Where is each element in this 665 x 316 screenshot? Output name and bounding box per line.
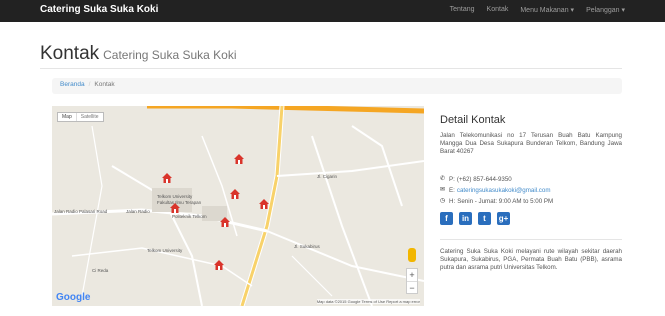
map-roads xyxy=(52,106,424,306)
map-marker-icon[interactable] xyxy=(220,217,230,227)
zoom-control: + − xyxy=(406,268,418,294)
map-marker-icon[interactable] xyxy=(259,199,269,209)
clock-icon: ◷ xyxy=(440,198,446,204)
map-label: Jalan Radio Palasari Road xyxy=(54,209,108,214)
page-title: Kontak Catering Suka Suka Koki xyxy=(40,43,237,65)
map-marker-icon[interactable] xyxy=(234,154,244,164)
navbar: Catering Suka Suka Koki Tentang Kontak M… xyxy=(0,0,665,22)
map-type-map[interactable]: Map xyxy=(58,113,76,121)
email-link[interactable]: cateringsukasukakoki@gmail.com xyxy=(457,185,551,196)
page-title-main: Kontak xyxy=(40,43,100,64)
nav-item-pelanggan[interactable]: Pelanggan ▾ xyxy=(586,6,625,14)
map-attribution[interactable]: Map data ©2015 Google Terms of Use Repor… xyxy=(316,299,420,304)
phone-value: (+62) 857-644-9350 xyxy=(456,176,512,183)
map-label: Ci Reda xyxy=(92,268,109,273)
breadcrumb: Beranda / Kontak xyxy=(52,78,622,94)
twitter-icon[interactable]: t xyxy=(478,212,491,225)
nav-item-kontak[interactable]: Kontak xyxy=(487,6,509,14)
google-plus-icon[interactable]: g+ xyxy=(497,212,510,225)
details-title: Detail Kontak xyxy=(440,114,506,126)
address-text: Jalan Telekomunikasi no 17 Terusan Buah … xyxy=(440,132,622,155)
map-marker-icon[interactable] xyxy=(230,189,240,199)
phone-prefix: P: xyxy=(449,176,455,183)
brand-link[interactable]: Catering Suka Suka Koki xyxy=(40,4,158,15)
linkedin-icon[interactable]: in xyxy=(459,212,472,225)
facebook-icon[interactable]: f xyxy=(440,212,453,225)
map-label: Politeknik Telkom xyxy=(172,214,207,219)
contact-info: ✆ P: (+62) 857-644-9350 ✉ E: cateringsuk… xyxy=(440,174,622,207)
map-label: Jl. Cigarin xyxy=(317,174,338,179)
breadcrumb-separator: / xyxy=(88,81,91,88)
service-description: Catering Suka Suka Koki melayani rute wi… xyxy=(440,239,622,272)
hours-row: ◷ H: Senin - Jumat: 9:00 AM to 5:00 PM xyxy=(440,196,622,207)
phone-row: ✆ P: (+62) 857-644-9350 xyxy=(440,174,622,185)
map-label: Jl. Sukabirus xyxy=(294,244,320,249)
map-type-satellite[interactable]: Satellite xyxy=(75,113,103,121)
zoom-out-button[interactable]: − xyxy=(407,281,417,293)
map-marker-icon[interactable] xyxy=(162,173,172,183)
map[interactable]: Map Satellite Telkom University Fakultas… xyxy=(52,106,424,306)
street-view-pegman-icon[interactable] xyxy=(408,248,416,262)
email-prefix: E: xyxy=(449,187,455,194)
contact-details: Detail Kontak Jalan Telekomunikasi no 17… xyxy=(440,114,622,272)
map-type-control: Map Satellite xyxy=(57,112,104,122)
map-marker-icon[interactable] xyxy=(170,203,180,213)
hours-prefix: H: xyxy=(449,198,456,205)
map-label: Telkom University xyxy=(147,248,183,253)
google-logo: Google xyxy=(56,292,91,303)
envelope-icon: ✉ xyxy=(440,187,446,193)
map-label: Jalan Radio xyxy=(126,209,150,214)
nav-item-menu-makanan[interactable]: Menu Makanan ▾ xyxy=(520,6,574,14)
map-marker-icon[interactable] xyxy=(214,260,224,270)
phone-icon: ✆ xyxy=(440,176,446,182)
breadcrumb-home-link[interactable]: Beranda xyxy=(60,81,85,88)
social-links: f in t g+ xyxy=(440,212,622,225)
breadcrumb-current: Kontak xyxy=(94,81,115,88)
zoom-in-button[interactable]: + xyxy=(407,269,417,281)
hours-value: Senin - Jumat: 9:00 AM to 5:00 PM xyxy=(457,198,554,205)
nav-menu: Tentang Kontak Menu Makanan ▾ Pelanggan … xyxy=(450,6,625,14)
map-label: Telkom University xyxy=(157,194,193,199)
email-row: ✉ E: cateringsukasukakoki@gmail.com xyxy=(440,185,622,196)
title-divider xyxy=(40,68,622,69)
nav-item-tentang[interactable]: Tentang xyxy=(450,6,475,14)
page-subtitle: Catering Suka Suka Koki xyxy=(103,48,237,62)
